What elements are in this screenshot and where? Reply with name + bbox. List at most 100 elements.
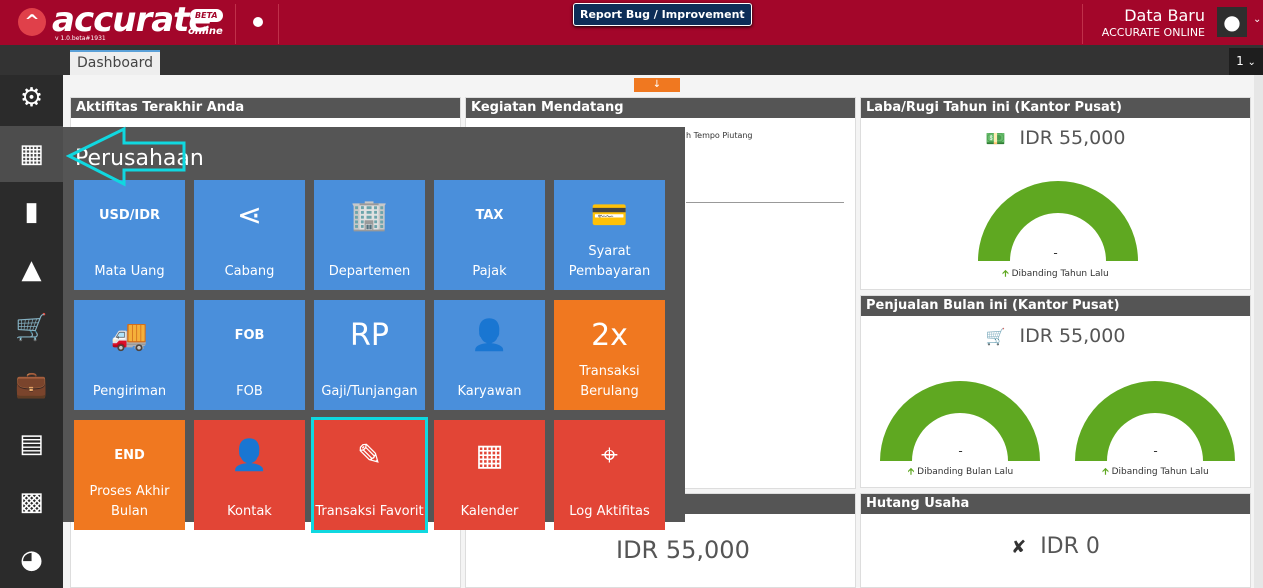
cabinet-icon[interactable]: ▤: [0, 416, 63, 472]
gauge-value: -: [861, 246, 1250, 260]
tile-label: Mata Uang: [74, 262, 185, 282]
upcoming-item[interactable]: h Tempo Piutang: [686, 131, 753, 140]
panel-title: Kegiatan Mendatang: [466, 98, 855, 118]
menu-tile-kalender[interactable]: ▦ Kalender: [434, 420, 545, 530]
divider: [1082, 4, 1083, 44]
menu-tile-kontak[interactable]: 👤 Kontak: [194, 420, 305, 530]
status-dot[interactable]: [253, 17, 263, 27]
menu-tile-departemen[interactable]: 🏢 Departemen: [314, 180, 425, 290]
menu-tile-gaji-tunjangan[interactable]: RPGaji/Tunjangan: [314, 300, 425, 410]
divider: [686, 202, 844, 203]
tile-label: Log Aktifitas: [554, 502, 665, 522]
tile-label: Kontak: [194, 502, 305, 522]
panel-title: Hutang Usaha: [861, 494, 1250, 514]
page-number: 1: [1236, 54, 1244, 68]
tile-icon: 👤: [434, 318, 545, 354]
menu-tile-karyawan[interactable]: 👤 Karyawan: [434, 300, 545, 410]
arrow-annotation-icon: [66, 126, 188, 188]
tile-icon: 💳: [554, 198, 665, 234]
tile-label: Pengiriman: [74, 382, 185, 402]
company-sub: ACCURATE ONLINE: [1102, 26, 1205, 39]
menu-tile-pengiriman[interactable]: 🚚 Pengiriman: [74, 300, 185, 410]
user-avatar-icon[interactable]: ●: [1217, 7, 1247, 37]
tile-label: Cabang: [194, 262, 305, 282]
arrow-up-icon: 🡩: [908, 467, 914, 477]
divider: [278, 4, 279, 44]
tile-icon: 🏢: [314, 198, 425, 234]
gauge-caption: Dibanding Bulan Lalu: [917, 467, 1013, 477]
amount: IDR 55,000: [616, 536, 750, 564]
page-selector[interactable]: 1 ⌄: [1229, 48, 1263, 75]
divider: [235, 4, 236, 44]
tile-icon: ⌖: [554, 438, 665, 474]
assets-icon[interactable]: ▩: [0, 474, 63, 530]
gauge-caption: Dibanding Tahun Lalu: [1012, 269, 1109, 279]
menu-tile-transaksi-berulang[interactable]: 2x Transaksi Berulang: [554, 300, 665, 410]
amount: IDR 55,000: [1019, 325, 1125, 347]
gear-icon[interactable]: ⚙: [0, 70, 63, 126]
tile-label: Proses Akhir Bulan: [74, 482, 185, 522]
debt-icon: ✘: [1011, 537, 1026, 558]
amount: IDR 55,000: [1019, 127, 1125, 149]
tile-label: Gaji/Tunjangan: [314, 382, 425, 402]
wallet-icon[interactable]: ▲: [0, 242, 63, 298]
tile-label: Transaksi Berulang: [554, 362, 665, 402]
tile-icon: 👤: [194, 438, 305, 474]
report-bug-button[interactable]: Report Bug / Improvement: [573, 3, 752, 26]
arrow-up-icon: 🡩: [1102, 467, 1108, 477]
tile-label: Karyawan: [434, 382, 545, 402]
tile-icon: USD/IDR: [74, 198, 185, 234]
menu-tile-transaksi-favorit[interactable]: ✎Transaksi Favorit: [311, 417, 428, 533]
scrollbar[interactable]: [1254, 75, 1263, 588]
menu-tile-mata-uang[interactable]: USD/IDR Mata Uang: [74, 180, 185, 290]
tile-icon: FOB: [194, 318, 305, 354]
panel-labarugi: Laba/Rugi Tahun ini (Kantor Pusat) 💵 IDR …: [860, 97, 1251, 290]
tile-label: FOB: [194, 382, 305, 402]
panel-hutang: Hutang Usaha ✘ IDR 0: [860, 493, 1251, 588]
tile-label: Syarat Pembayaran: [554, 242, 665, 282]
gauge-value: -: [1073, 444, 1238, 458]
chevron-down-icon[interactable]: ⌄: [1253, 14, 1261, 25]
bag-add-icon[interactable]: 💼: [0, 357, 63, 413]
tile-icon: END: [74, 438, 185, 474]
gauge-value: -: [878, 444, 1043, 458]
menu-tile-log-aktifitas[interactable]: ⌖ Log Aktifitas: [554, 420, 665, 530]
tile-icon: 2x: [554, 318, 665, 354]
tile-label: Departemen: [314, 262, 425, 282]
tile-icon: ▦: [434, 438, 545, 474]
menu-tile-pajak[interactable]: TAX Pajak: [434, 180, 545, 290]
menu-tile-syarat-pembayaran[interactable]: 💳 Syarat Pembayaran: [554, 180, 665, 290]
chevron-down-icon: ⌄: [1248, 57, 1256, 68]
cart-icon: 🛒: [986, 327, 1006, 346]
book-icon[interactable]: ▮: [0, 184, 63, 240]
tab-bar: [0, 45, 1263, 75]
beta-badge: BETA: [190, 9, 223, 22]
panel-penjualan: Penjualan Bulan ini (Kantor Pusat) 🛒 IDR …: [860, 295, 1251, 488]
online-label: online: [188, 26, 223, 37]
logo-text: accurate: [52, 0, 210, 40]
menu-tile-cabang[interactable]: ⋖ Cabang: [194, 180, 305, 290]
company-name[interactable]: Data Baru: [1124, 8, 1205, 24]
panel-title: Aktifitas Terakhir Anda: [71, 98, 460, 118]
amount: IDR 0: [1040, 534, 1100, 559]
cart-icon[interactable]: 🛒: [0, 300, 63, 356]
tile-icon: TAX: [434, 198, 545, 234]
tab-dashboard[interactable]: Dashboard: [70, 50, 160, 75]
collapse-toggle-button[interactable]: ↓: [634, 78, 680, 92]
tile-icon: ✎: [314, 438, 425, 474]
tile-label: Kalender: [434, 502, 545, 522]
panel-title: Laba/Rugi Tahun ini (Kantor Pusat): [861, 98, 1250, 118]
pie-chart-icon[interactable]: ◕: [0, 532, 63, 588]
version-label: v 1.0.beta#1931: [55, 35, 106, 42]
tile-icon: ⋖: [194, 198, 305, 234]
gauge-caption: Dibanding Tahun Lalu: [1112, 467, 1209, 477]
building-icon[interactable]: ▦: [0, 126, 63, 182]
menu-tile-proses-akhir-bulan[interactable]: END Proses Akhir Bulan: [74, 420, 185, 530]
arrow-up-icon: 🡩: [1002, 269, 1008, 279]
menu-tile-fob[interactable]: FOB FOB: [194, 300, 305, 410]
tile-label: Pajak: [434, 262, 545, 282]
tile-icon: 🚚: [74, 318, 185, 354]
money-icon: 💵: [986, 129, 1006, 148]
panel-title: Penjualan Bulan ini (Kantor Pusat): [861, 296, 1250, 316]
accurate-logo-icon: ^: [18, 8, 46, 36]
